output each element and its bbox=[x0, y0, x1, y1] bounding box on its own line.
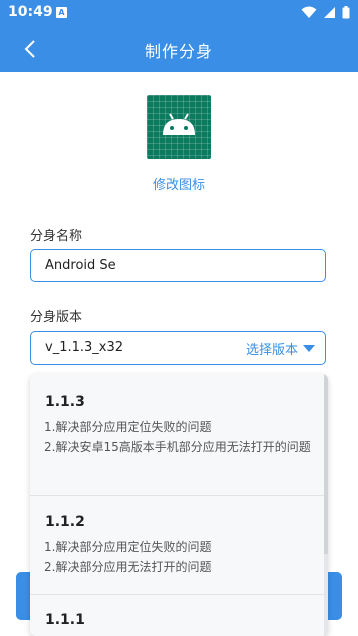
dropdown-scrollbar[interactable] bbox=[324, 374, 328, 636]
android-icon bbox=[163, 113, 195, 135]
version-note: 1.解决部分应用定位失败的问题 bbox=[44, 420, 212, 434]
change-icon-link[interactable]: 修改图标 bbox=[0, 174, 358, 193]
page-title: 制作分身 bbox=[144, 42, 213, 61]
signal-icon bbox=[324, 7, 335, 18]
version-note: 2.解决安卓15高版本手机部分应用无法打开的问题 bbox=[44, 440, 311, 454]
name-label: 分身名称 bbox=[30, 229, 83, 244]
battery-icon bbox=[342, 6, 350, 19]
version-label: 分身版本 bbox=[30, 310, 83, 325]
name-input[interactable]: Android Se bbox=[30, 249, 326, 282]
caret-down-icon bbox=[303, 345, 315, 352]
version-item[interactable]: 1.1.1 bbox=[30, 595, 324, 636]
version-field[interactable]: v_1.1.3_x32 选择版本 bbox=[30, 331, 326, 365]
select-version-label: 选择版本 bbox=[245, 343, 298, 358]
scroll-thumb[interactable] bbox=[324, 374, 328, 554]
app-icon[interactable] bbox=[147, 95, 211, 159]
version-title: 1.1.2 bbox=[45, 514, 85, 530]
version-note: 2.解决部分应用无法打开的问题 bbox=[44, 560, 212, 574]
status-icons bbox=[301, 6, 350, 19]
status-time: 10:49 bbox=[8, 4, 53, 20]
version-title: 1.1.3 bbox=[45, 394, 85, 410]
status-bar: 10:49 A bbox=[0, 0, 358, 26]
select-version-button[interactable]: 选择版本 bbox=[246, 339, 315, 358]
version-item[interactable]: 1.1.3 1.解决部分应用定位失败的问题 2.解决安卓15高版本手机部分应用无… bbox=[30, 374, 324, 496]
notification-icon: A bbox=[56, 7, 67, 18]
version-value: v_1.1.3_x32 bbox=[45, 340, 124, 355]
app-bar: 制作分身 bbox=[0, 26, 358, 72]
wifi-icon bbox=[301, 6, 317, 18]
version-note: 1.解决部分应用定位失败的问题 bbox=[44, 540, 212, 554]
version-dropdown: 1.1.3 1.解决部分应用定位失败的问题 2.解决安卓15高版本手机部分应用无… bbox=[30, 374, 328, 636]
version-title: 1.1.1 bbox=[45, 612, 85, 628]
version-item[interactable]: 1.1.2 1.解决部分应用定位失败的问题 2.解决部分应用无法打开的问题 bbox=[30, 496, 324, 595]
